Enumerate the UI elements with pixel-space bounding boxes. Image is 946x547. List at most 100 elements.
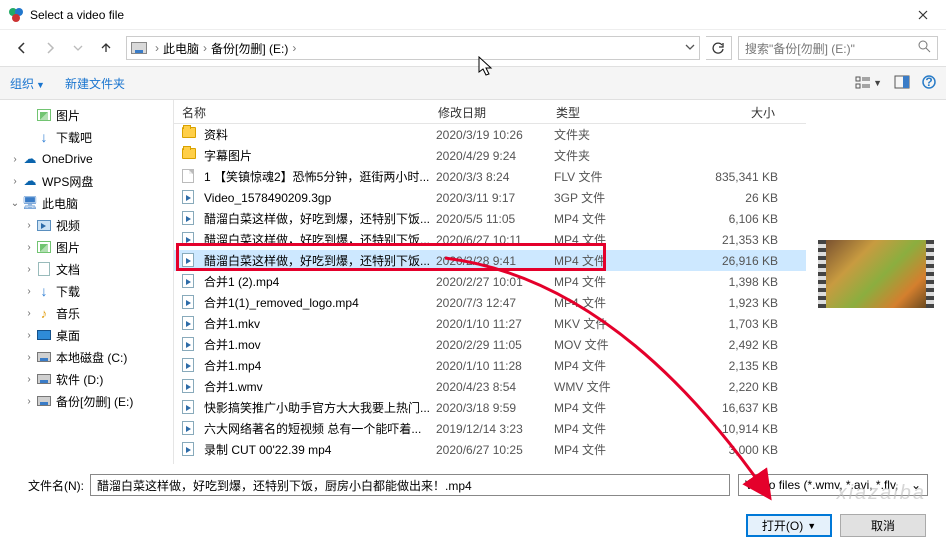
cell-date: 2020/1/10 11:27 xyxy=(436,317,554,331)
refresh-icon xyxy=(712,42,725,55)
file-row[interactable]: 合并1 (2).mp42020/2/27 10:01MP4 文件1,398 KB xyxy=(174,271,806,292)
expand-icon[interactable]: › xyxy=(22,242,36,253)
cell-size: 1,703 KB xyxy=(678,317,778,331)
arrow-right-icon xyxy=(43,41,57,55)
cell-date: 2020/2/27 10:01 xyxy=(436,275,554,289)
cell-date: 2020/5/5 11:05 xyxy=(436,212,554,226)
tree-node[interactable]: ›软件 (D:) xyxy=(0,368,173,390)
cell-type: MOV 文件 xyxy=(554,336,678,353)
up-button[interactable] xyxy=(92,34,120,62)
tree-node[interactable]: ›☁WPS网盘 xyxy=(0,170,173,192)
document-icon xyxy=(36,261,52,277)
cell-name: 醋溜白菜这样做，好吃到爆，还特别下饭... xyxy=(204,210,436,227)
new-folder-button[interactable]: 新建文件夹 xyxy=(65,75,125,92)
download-icon: ↓ xyxy=(36,283,52,299)
expand-icon[interactable]: › xyxy=(8,154,22,165)
file-type-filter[interactable]: Video files (*.wmv, *.avi, *.flv, ⌄ xyxy=(738,474,928,496)
tree-node[interactable]: ›备份[勿删] (E:) xyxy=(0,390,173,412)
cell-size: 2,220 KB xyxy=(678,380,778,394)
expand-icon[interactable]: › xyxy=(22,352,36,363)
download-icon: ↓ xyxy=(36,129,52,145)
bottom-panel: 文件名(N): Video files (*.wmv, *.avi, *.flv… xyxy=(0,464,946,547)
search-box[interactable]: 搜索"备份[勿删] (E:)" xyxy=(738,36,938,60)
cell-date: 2020/4/23 8:54 xyxy=(436,380,554,394)
col-type[interactable]: 类型 xyxy=(548,100,672,123)
tree-node[interactable]: ›↓下载 xyxy=(0,280,173,302)
window-title: Select a video file xyxy=(30,8,900,22)
cell-name: 1 【笑镇惊魂2】恐怖5分钟，逛街两小时... xyxy=(204,168,436,185)
media-file-icon xyxy=(182,253,198,269)
address-dropdown[interactable] xyxy=(685,41,695,55)
col-size[interactable]: 大小 xyxy=(672,100,784,123)
address-bar[interactable]: › 此电脑 › 备份[勿删] (E:) › xyxy=(126,36,700,60)
cell-date: 2020/3/19 10:26 xyxy=(436,128,554,142)
tree-node[interactable]: ›文档 xyxy=(0,258,173,280)
expand-icon[interactable]: › xyxy=(22,374,36,385)
tree-node[interactable]: ›本地磁盘 (C:) xyxy=(0,346,173,368)
tree-node[interactable]: ›↓下载吧 xyxy=(0,126,173,148)
tree-node[interactable]: ›☁OneDrive xyxy=(0,148,173,170)
file-row[interactable]: 醋溜白菜这样做，好吃到爆，还特别下饭...2020/5/5 11:05MP4 文… xyxy=(174,208,806,229)
organize-menu[interactable]: 组织▼ xyxy=(10,75,45,92)
file-row[interactable]: 快影搞笑推广小助手官方大大我要上热门...2020/3/18 9:59MP4 文… xyxy=(174,397,806,418)
forward-button[interactable] xyxy=(36,34,64,62)
cell-date: 2020/3/11 9:17 xyxy=(436,191,554,205)
nav-tree[interactable]: ›图片›↓下载吧›☁OneDrive›☁WPS网盘⌄🖥此电脑›视频›图片›文档›… xyxy=(0,100,174,464)
file-row[interactable]: 资料2020/3/19 10:26文件夹 xyxy=(174,124,806,145)
expand-icon[interactable]: ⌄ xyxy=(8,198,22,209)
expand-icon[interactable]: › xyxy=(22,220,36,231)
expand-icon[interactable]: › xyxy=(22,286,36,297)
file-row[interactable]: 1 【笑镇惊魂2】恐怖5分钟，逛街两小时...2020/3/3 8:24FLV … xyxy=(174,166,806,187)
expand-icon[interactable]: › xyxy=(22,264,36,275)
cell-name: 合并1(1)_removed_logo.mp4 xyxy=(204,294,436,311)
breadcrumb-root[interactable]: 此电脑 xyxy=(163,40,199,57)
file-row[interactable]: 字幕图片2020/4/29 9:24文件夹 xyxy=(174,145,806,166)
back-button[interactable] xyxy=(8,34,36,62)
file-row[interactable]: 合并1.mp42020/1/10 11:28MP4 文件2,135 KB xyxy=(174,355,806,376)
col-date[interactable]: 修改日期 xyxy=(430,100,548,123)
cell-name: 醋溜白菜这样做，好吃到爆，还特别下饭... xyxy=(204,231,436,248)
view-mode-button[interactable]: ▼ xyxy=(855,76,882,90)
col-name[interactable]: 名称 xyxy=(174,100,430,123)
svg-text:?: ? xyxy=(925,75,932,89)
tree-label: 图片 xyxy=(56,239,80,256)
file-row[interactable]: 醋溜白菜这样做，好吃到爆，还特别下饭...2020/2/28 9:41MP4 文… xyxy=(174,250,806,271)
media-file-icon xyxy=(182,295,198,311)
cell-type: MP4 文件 xyxy=(554,252,678,269)
video-thumbnail xyxy=(818,240,934,308)
close-button[interactable] xyxy=(900,0,946,30)
tree-node[interactable]: › 桌面 xyxy=(0,324,173,346)
refresh-button[interactable] xyxy=(706,36,732,60)
tree-node[interactable]: › 图片 xyxy=(0,236,173,258)
cell-size: 3,000 KB xyxy=(678,443,778,457)
expand-icon[interactable]: › xyxy=(22,308,36,319)
expand-icon[interactable]: › xyxy=(8,176,22,187)
file-row[interactable]: 合并1.mkv2020/1/10 11:27MKV 文件1,703 KB xyxy=(174,313,806,334)
tree-node[interactable]: ›♪音乐 xyxy=(0,302,173,324)
cancel-button[interactable]: 取消 xyxy=(840,514,926,537)
tree-node[interactable]: ›视频 xyxy=(0,214,173,236)
main-area: ›图片›↓下载吧›☁OneDrive›☁WPS网盘⌄🖥此电脑›视频›图片›文档›… xyxy=(0,100,946,464)
file-row[interactable]: 六大网络著名的短视频 总有一个能吓着...2019/12/14 3:23MP4 … xyxy=(174,418,806,439)
open-button[interactable]: 打开(O)▼ xyxy=(746,514,832,537)
file-row[interactable]: 醋溜白菜这样做，好吃到爆，还特别下饭...2020/6/27 10:11MP4 … xyxy=(174,229,806,250)
tree-node[interactable]: ›图片 xyxy=(0,104,173,126)
expand-icon[interactable]: › xyxy=(22,396,36,407)
tree-node[interactable]: ⌄🖥此电脑 xyxy=(0,192,173,214)
file-row[interactable]: 合并1.wmv2020/4/23 8:54WMV 文件2,220 KB xyxy=(174,376,806,397)
tree-label: 桌面 xyxy=(56,327,80,344)
file-row[interactable]: 合并1.mov2020/2/29 11:05MOV 文件2,492 KB xyxy=(174,334,806,355)
cell-name: 合并1.wmv xyxy=(204,378,436,395)
file-row[interactable]: Video_1578490209.3gp2020/3/11 9:173GP 文件… xyxy=(174,187,806,208)
help-button[interactable]: ? xyxy=(922,75,936,92)
picture-icon xyxy=(36,239,52,255)
list-header[interactable]: 名称 修改日期 类型 大小 xyxy=(174,100,806,124)
recent-dropdown[interactable] xyxy=(64,34,92,62)
preview-pane-button[interactable] xyxy=(894,75,910,92)
cell-type: MP4 文件 xyxy=(554,273,678,290)
breadcrumb-folder[interactable]: 备份[勿删] (E:) xyxy=(211,40,288,57)
filename-input[interactable] xyxy=(90,474,730,496)
file-row[interactable]: 录制 CUT 00'22.39 mp42020/6/27 10:25MP4 文件… xyxy=(174,439,806,460)
expand-icon[interactable]: › xyxy=(22,330,36,341)
file-row[interactable]: 合并1(1)_removed_logo.mp42020/7/3 12:47MP4… xyxy=(174,292,806,313)
